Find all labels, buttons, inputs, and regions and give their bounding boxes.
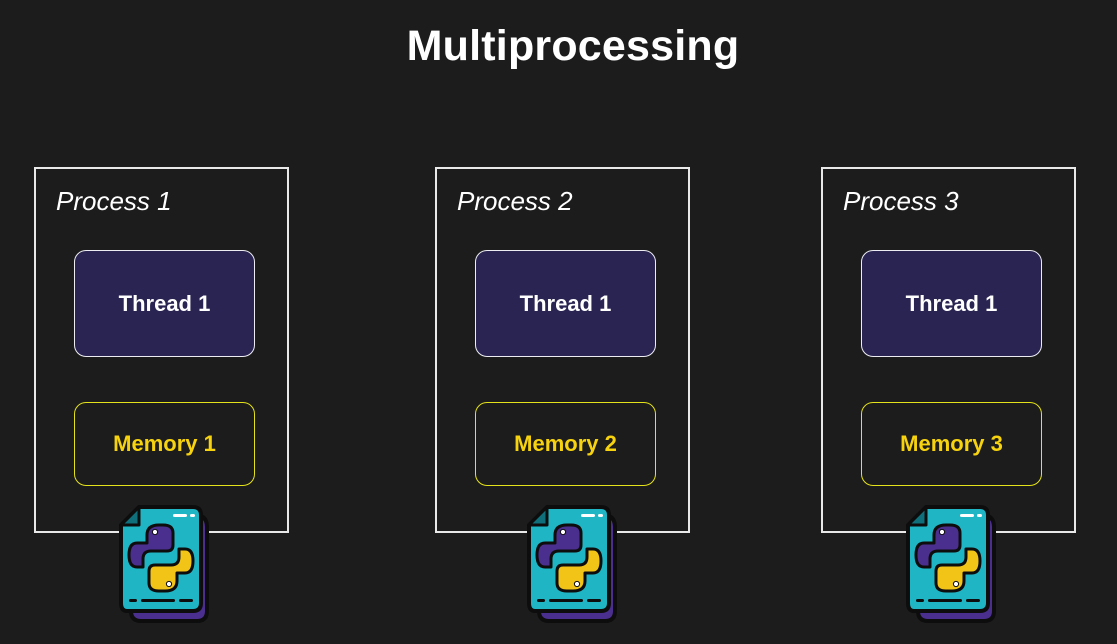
thread-box: Thread 1 [475, 250, 656, 357]
process-box-1: Process 1 Thread 1 Memory 1 [34, 167, 289, 533]
python-file-icon [523, 503, 623, 623]
diagram-canvas: Multiprocessing Process 1 Thread 1 Memor… [0, 0, 1117, 644]
python-file-icon [902, 503, 1002, 623]
diagram-title: Multiprocessing [406, 22, 740, 70]
memory-box: Memory 1 [74, 402, 255, 486]
thread-box: Thread 1 [74, 250, 255, 357]
python-file-icon [115, 503, 215, 623]
thread-box: Thread 1 [861, 250, 1042, 357]
memory-box: Memory 3 [861, 402, 1042, 486]
process-box-3: Process 3 Thread 1 Memory 3 [821, 167, 1076, 533]
memory-box: Memory 2 [475, 402, 656, 486]
process-label: Process 1 [56, 186, 172, 216]
process-box-2: Process 2 Thread 1 Memory 2 [435, 167, 690, 533]
process-label: Process 2 [457, 186, 573, 216]
process-label: Process 3 [843, 186, 959, 216]
